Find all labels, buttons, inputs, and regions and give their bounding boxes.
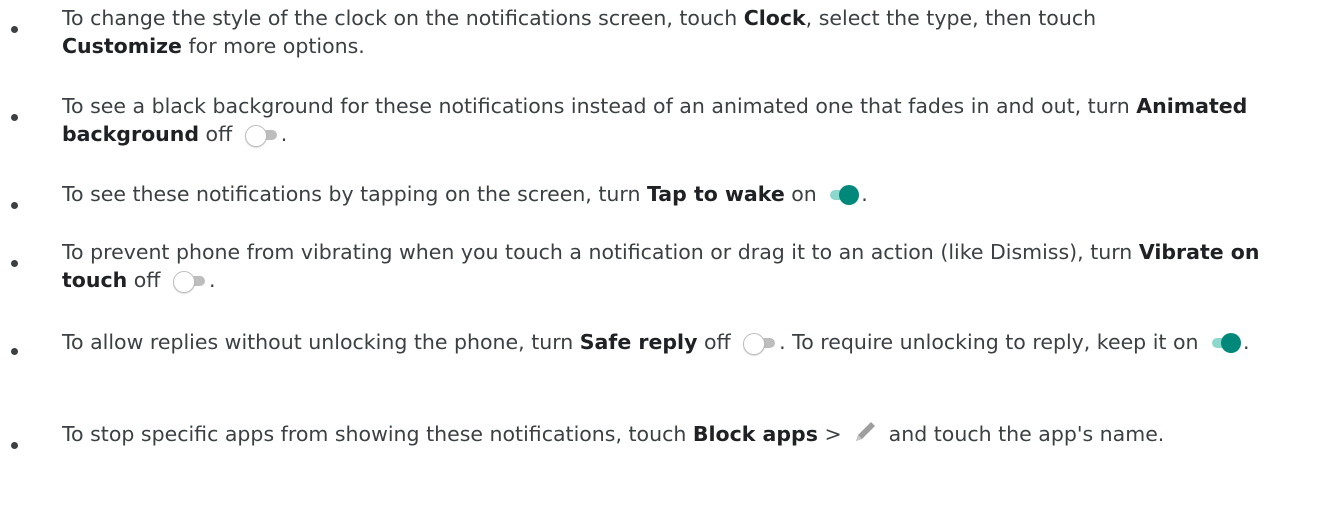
bold-term: Customize [62, 34, 182, 58]
help-article: To change the style of the clock on the … [0, 0, 1320, 529]
text-run: > [817, 422, 849, 446]
toggle-off-icon [171, 268, 209, 293]
text-run: To allow replies without unlocking the p… [62, 330, 580, 354]
text-run: . [208, 268, 216, 292]
text-run: off [697, 330, 738, 354]
text-run: . To require unlocking to reply, keep it… [779, 330, 1206, 354]
toggle-on-icon [827, 182, 861, 206]
toggle-off-icon [243, 122, 281, 147]
list-item-text: To stop specific apps from showing these… [62, 418, 1312, 450]
text-run: To see these notifications by tapping on… [62, 182, 647, 206]
list-item-text: To see these notifications by tapping on… [62, 180, 1312, 208]
text-run: To change the style of the clock on the … [62, 6, 744, 30]
list-item-text: To see a black background for these noti… [62, 92, 1312, 148]
text-run: . [1243, 330, 1250, 354]
text-run: To stop specific apps from showing these… [62, 422, 693, 446]
list-item-text: To change the style of the clock on the … [62, 4, 1312, 60]
bold-term: Clock [743, 6, 806, 30]
bullet-dot [11, 114, 18, 121]
text-run: To see a black background for these noti… [62, 94, 1137, 118]
list-item-text: To allow replies without unlocking the p… [62, 326, 1312, 358]
toggle-off-icon [741, 330, 779, 355]
bold-term: Block apps [692, 422, 818, 446]
bold-term: Tap to wake [646, 182, 785, 206]
list-item-text: To prevent phone from vibrating when you… [62, 238, 1312, 294]
text-run: for more options. [181, 34, 365, 58]
text-run: off [127, 268, 167, 292]
text-run: . [861, 182, 868, 206]
bullet-dot [11, 442, 18, 449]
toggle-on-icon [1209, 330, 1243, 354]
bullet-dot [11, 348, 18, 355]
bullet-dot [11, 260, 18, 267]
bold-term: Safe reply [579, 330, 698, 354]
bullet-dot [11, 26, 18, 33]
text-run: off [199, 122, 239, 146]
text-run: , select the type, then touch [805, 6, 1097, 30]
text-run: To prevent phone from vibrating when you… [62, 240, 1139, 264]
bullet-dot [11, 202, 18, 209]
pencil-icon [856, 422, 876, 441]
text-run: on [784, 182, 824, 206]
text-run: . [280, 122, 288, 146]
text-run: and touch the app's name. [882, 422, 1165, 446]
